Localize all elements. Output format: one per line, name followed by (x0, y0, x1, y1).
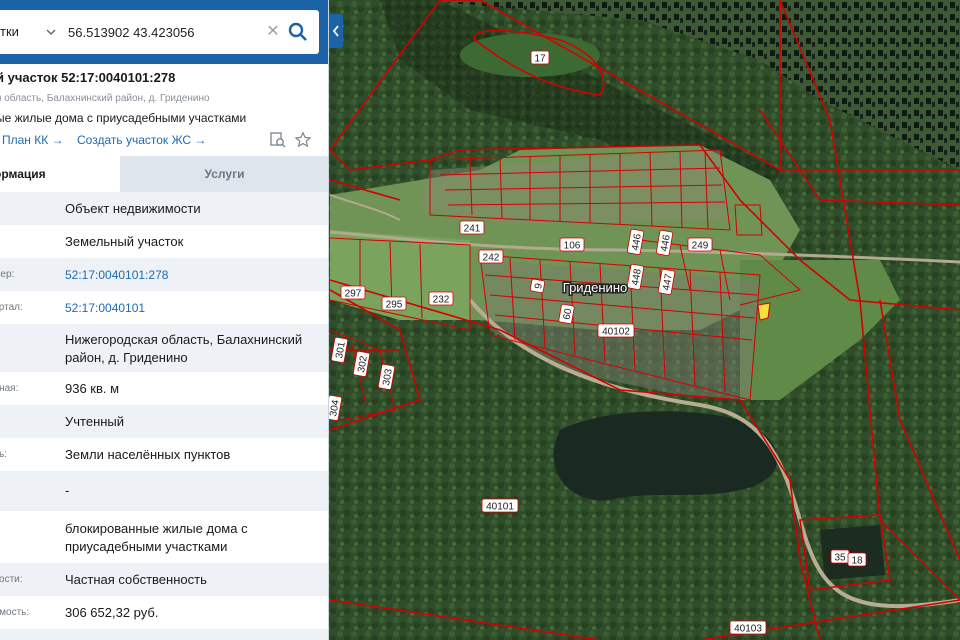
attr-row: ель: Земли населённых пунктов (0, 438, 328, 471)
collapse-panel-button[interactable] (329, 14, 343, 48)
attr-row: Учтенный (0, 405, 328, 438)
star-icon[interactable] (294, 131, 312, 149)
tab-bar: ормация Услуги (0, 156, 328, 192)
clear-icon[interactable]: ✕ (265, 24, 281, 40)
object-permitted-use: ые жилые дома с приусадебными участками (0, 111, 247, 125)
clearing-17 (460, 33, 600, 77)
parcel-label: 9 (529, 278, 546, 294)
plan-kk-link[interactable]: План КК → (2, 133, 64, 147)
attr-row: оимость: 306 652,32 руб. (0, 596, 328, 629)
parcel-label-text: 295 (386, 300, 403, 311)
attr-row: нности: Частная собственность (0, 563, 328, 596)
attr-key: оимость: (0, 607, 30, 618)
parcel-label: 106 (559, 237, 585, 252)
attr-value: 936 кв. м (65, 381, 120, 396)
tab-information-label: ормация (0, 167, 46, 181)
object-address: я область, Балахнинский район, д. Гриден… (0, 93, 210, 104)
selected-parcel[interactable] (757, 302, 771, 321)
village-label: Гриденино (561, 279, 628, 297)
parcel-label: 17 (530, 50, 550, 65)
parcel-label-text: 241 (464, 224, 481, 235)
tab-services[interactable]: Услуги (120, 156, 328, 192)
parcel-label: 232 (428, 291, 454, 306)
tab-information[interactable]: ормация (0, 156, 120, 192)
cadastral-number-link[interactable]: 52:17:0040101:278 (65, 266, 320, 284)
parcel-label: 40101 (481, 498, 519, 513)
attr-key: нности: (0, 574, 23, 585)
parcel-label: 40103 (729, 620, 767, 635)
parcel-label-text: 297 (345, 289, 362, 300)
village-name: Гриденино (563, 280, 627, 295)
attr-row: вартал: 52:17:0040101 (0, 291, 328, 324)
parcel-label-text: 35 (834, 553, 846, 564)
attr-row: Земельный участок (0, 225, 328, 258)
search-box: тки ✕ (0, 10, 319, 54)
attr-value: Земельный участок (65, 234, 184, 249)
parcel-label-text: 249 (692, 241, 709, 252)
search-input[interactable] (68, 20, 228, 44)
chevron-left-icon (332, 25, 339, 37)
parcel-label: 35 (830, 549, 850, 564)
parcel-label: 249 (687, 237, 713, 252)
attr-row: блокированные жилые дома с приусадебными… (0, 511, 328, 563)
parcel-label: 242 (478, 249, 504, 264)
attr-key: ель: (0, 449, 8, 460)
cadastral-quarter-link[interactable]: 52:17:0040101 (65, 299, 320, 317)
attr-value: Объект недвижимости (65, 201, 201, 216)
attr-value: Нижегородская область, Балахнинский райо… (65, 332, 303, 365)
attr-value: 306 652,32 руб. (65, 605, 159, 620)
search-type-select[interactable]: тки (0, 10, 19, 54)
parcel-label-text: 18 (851, 556, 863, 567)
attr-row: енная: 936 кв. м (0, 372, 328, 405)
search-bar: тки ✕ (0, 0, 328, 64)
parcel-label-text: 242 (483, 253, 500, 264)
search-document-icon[interactable] (269, 131, 287, 149)
parcel-label: 40102 (597, 323, 635, 338)
create-parcel-link[interactable]: Создать участок ЖС → (77, 133, 206, 147)
search-icon[interactable] (288, 22, 308, 42)
parcel-label: 295 (381, 296, 407, 311)
parcel-label-text: 40102 (602, 327, 630, 338)
attr-row: Нижегородская область, Балахнинский райо… (0, 324, 328, 372)
parcel-label: 18 (847, 552, 867, 567)
attr-key: вартал: (0, 302, 23, 313)
attr-value: Частная собственность (65, 572, 207, 587)
attr-row (0, 629, 328, 640)
attr-row: :- (0, 471, 328, 511)
parcel-label-text: 40101 (486, 502, 514, 513)
parcel-label-text: 17 (534, 54, 546, 65)
parcel-label-text: 232 (433, 295, 450, 306)
attr-key: енная: (0, 383, 19, 394)
parcel-label: 297 (340, 285, 366, 300)
info-panel: тки ✕ й участок 52:17:0040101:278 я обла… (0, 0, 329, 640)
parcel-label-text: 40103 (734, 624, 762, 635)
parcel-label: 241 (459, 220, 485, 235)
object-title: й участок 52:17:0040101:278 (0, 70, 176, 85)
attr-value: Учтенный (65, 414, 125, 429)
parcel-label-text: 106 (564, 241, 581, 252)
attr-value: - (65, 483, 70, 498)
attr-row: омер: 52:17:0040101:278 (0, 258, 328, 291)
pond-35-18 (820, 525, 885, 580)
attr-value: Земли населённых пунктов (65, 447, 231, 462)
attr-row: Объект недвижимости (0, 192, 328, 225)
chevron-down-icon[interactable] (45, 26, 57, 38)
attr-value: блокированные жилые дома с приусадебными… (65, 521, 248, 554)
lake (553, 411, 778, 501)
attr-key: омер: (0, 269, 15, 280)
